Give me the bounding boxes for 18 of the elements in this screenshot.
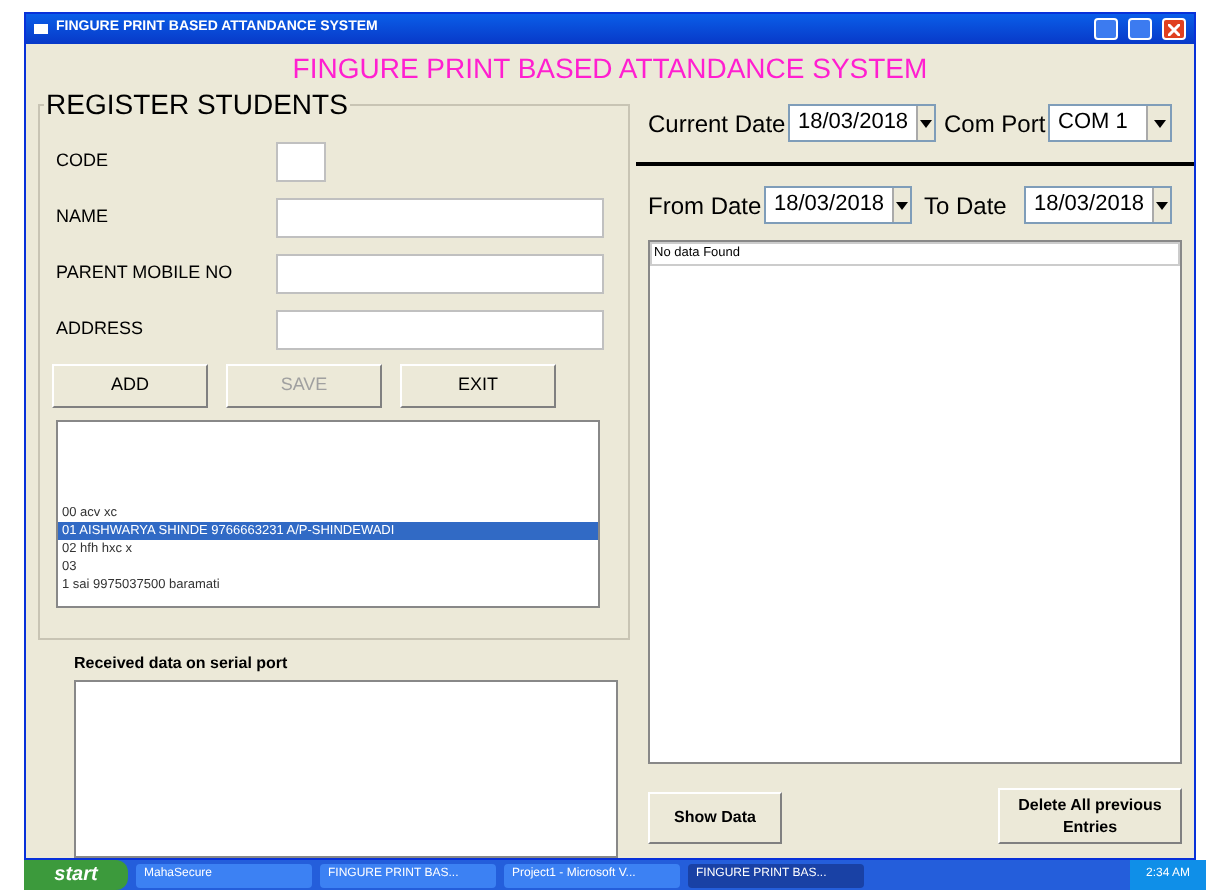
form-button[interactable]: EXIT [400,364,556,408]
current-date-dropdown[interactable]: 18/03/2018 [788,104,936,142]
field-label: NAME [56,204,111,231]
form-button[interactable]: ADD [52,364,208,408]
app-heading: FINGURE PRINT BASED ATTANDANCE SYSTEM [292,50,928,88]
field-label: CODE [56,148,111,175]
to-date-label: To Date [924,189,1009,223]
field-label: ADDRESS [56,316,146,343]
from-date-label: From Date [648,189,756,223]
current-date-label: Current Date [648,107,780,141]
com-port-dropdown[interactable]: COM 1 [1048,104,1172,142]
delete-entries-button[interactable]: Delete All previous Entries [998,788,1182,844]
field-label: PARENT MOBILE NO [56,260,235,287]
show-data-button[interactable]: Show Data [648,792,782,844]
serial-label: Received data on serial port [74,652,290,677]
to-date-dropdown[interactable]: 18/03/2018 [1024,186,1172,224]
start-button[interactable]: start [24,860,128,890]
from-date-dropdown[interactable]: 18/03/2018 [764,186,912,224]
